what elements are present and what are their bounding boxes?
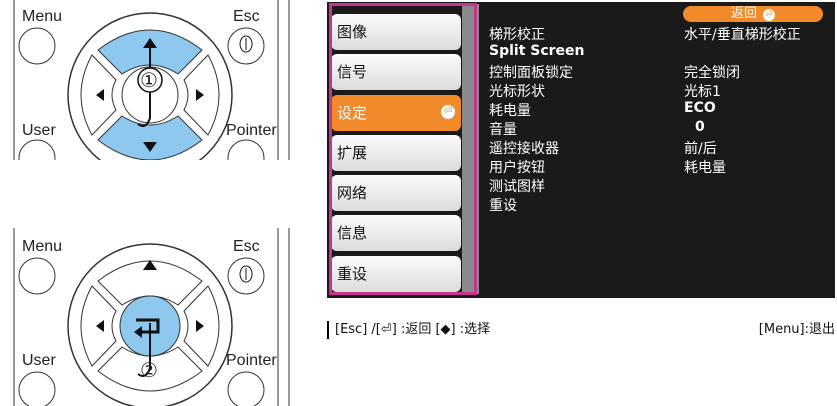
menu-item-image[interactable]: 图像 (331, 14, 461, 50)
enter-icon: ⏎ (763, 9, 775, 21)
scroll-track (462, 4, 479, 294)
setting-row[interactable]: Split Screen (489, 43, 831, 61)
setting-row[interactable]: 测试图样 (489, 176, 831, 195)
footer-hint: [Esc] /[⏎] :返回 [◆] :选择 (335, 322, 491, 337)
user-button (18, 139, 56, 160)
step-number: ② (140, 360, 158, 382)
menu-button (18, 27, 56, 65)
enter-icon: ⏎ (441, 105, 455, 119)
esc-label: Esc (233, 238, 260, 255)
setting-row[interactable]: 遥控接收器 前/后 (489, 138, 831, 157)
setting-row[interactable]: 用户按钮 耗电量 (489, 157, 831, 176)
menu-item-signal[interactable]: 信号 (331, 54, 461, 90)
menu-label: Menu (22, 238, 63, 255)
setting-row[interactable]: 重设 (489, 195, 831, 214)
esc-label: Esc (233, 8, 260, 25)
pointer-button (227, 371, 265, 406)
menu-label: Menu (22, 8, 63, 25)
menu-item-extended[interactable]: 扩展 (331, 135, 461, 171)
setting-row[interactable]: 耗电量 ECO (489, 100, 831, 119)
pointer-button (227, 139, 265, 160)
setting-row[interactable]: 光标形状 光标1 (489, 81, 831, 100)
menu-item-network[interactable]: 网络 (331, 175, 461, 211)
pointer-label: Pointer (226, 352, 277, 369)
remote-diagram-bottom: Menu Esc User Pointer ② (0, 228, 310, 406)
user-button (18, 371, 56, 406)
setting-row[interactable]: 梯形校正 水平/垂直梯形校正 (489, 24, 831, 43)
menu-item-reset[interactable]: 重设 (331, 256, 461, 292)
menu-item-info[interactable]: 信息 (331, 215, 461, 251)
step-number: ① (140, 70, 158, 92)
footer-exit-hint: [Menu]:退出 (758, 322, 835, 337)
back-button[interactable]: 返回 ⏎ (683, 6, 823, 22)
menu-item-settings[interactable]: 设定 ⏎ (331, 95, 461, 131)
menu-button (18, 257, 56, 295)
footer-hint-bar: [Esc] /[⏎] :返回 [◆] :选择 [Menu]:退出 (327, 321, 837, 339)
user-label: User (22, 122, 56, 139)
setting-row[interactable]: 音量 0 (489, 119, 831, 138)
setting-row[interactable]: 控制面板锁定 完全锁闭 (489, 62, 831, 81)
pointer-label: Pointer (226, 122, 277, 139)
remote-diagram-top: Menu Esc User Pointer ① (0, 0, 310, 160)
user-label: User (22, 352, 56, 369)
